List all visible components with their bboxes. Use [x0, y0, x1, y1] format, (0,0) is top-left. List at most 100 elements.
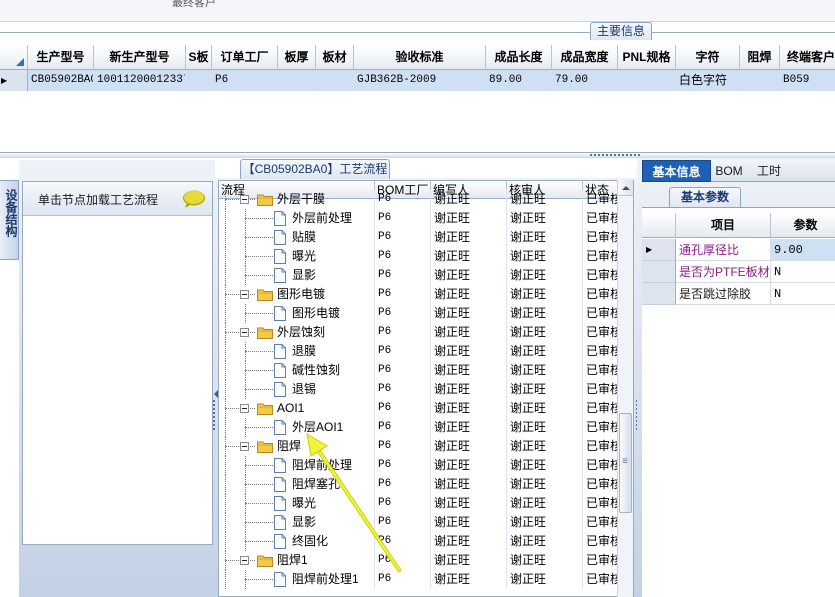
- tree-cell[interactable]: 阻焊1: [219, 551, 375, 570]
- table-row[interactable]: 是否为PTFE板材 N: [642, 261, 835, 283]
- collapse-icon[interactable]: [240, 290, 249, 299]
- table-cell[interactable]: P6: [375, 380, 431, 399]
- column-header[interactable]: 项目: [676, 213, 771, 238]
- row-selector[interactable]: ▶: [642, 239, 676, 261]
- tree-node-label[interactable]: 外层干膜: [277, 190, 325, 209]
- table-cell[interactable]: 谢正旺: [431, 285, 507, 304]
- tree-cell[interactable]: 终固化: [219, 532, 375, 551]
- row-selector[interactable]: ▶: [0, 70, 28, 91]
- grid-cell[interactable]: CB05902BA0: [28, 70, 94, 91]
- row-selector[interactable]: [642, 283, 676, 305]
- grid-cell[interactable]: 79.00: [552, 70, 618, 91]
- table-cell[interactable]: P6: [375, 304, 431, 323]
- table-cell[interactable]: 谢正旺: [431, 361, 507, 380]
- tree-node-label[interactable]: 阻焊1: [277, 551, 308, 570]
- table-cell[interactable]: 谢正旺: [431, 399, 507, 418]
- table-cell[interactable]: P6: [375, 494, 431, 513]
- table-cell[interactable]: 谢正旺: [431, 532, 507, 551]
- table-cell[interactable]: 谢正旺: [507, 570, 583, 589]
- tab-basic-params[interactable]: 基本参数: [669, 187, 741, 207]
- table-cell[interactable]: 谢正旺: [507, 266, 583, 285]
- param-value[interactable]: 9.00: [771, 239, 835, 261]
- tree-cell[interactable]: 阻焊塞孔: [219, 475, 375, 494]
- param-item[interactable]: 是否跳过除胶: [676, 283, 771, 305]
- table-cell[interactable]: 谢正旺: [431, 437, 507, 456]
- table-cell[interactable]: 谢正旺: [507, 380, 583, 399]
- table-row[interactable]: ▶ 通孔厚径比 9.00: [642, 239, 835, 261]
- tree-node-label[interactable]: 显影: [292, 266, 316, 285]
- tree-node-label[interactable]: 阻焊塞孔: [292, 475, 340, 494]
- table-cell[interactable]: 谢正旺: [507, 228, 583, 247]
- tree-cell[interactable]: 阻焊前处理1: [219, 570, 375, 589]
- table-cell[interactable]: P6: [375, 285, 431, 304]
- column-header[interactable]: 阻焊: [740, 45, 780, 70]
- tree-node-label[interactable]: 曝光: [292, 247, 316, 266]
- tree-cell[interactable]: 碱性蚀刻: [219, 361, 375, 380]
- table-cell[interactable]: 谢正旺: [431, 456, 507, 475]
- table-cell[interactable]: 谢正旺: [507, 285, 583, 304]
- table-cell[interactable]: 谢正旺: [431, 304, 507, 323]
- table-cell[interactable]: 谢正旺: [431, 323, 507, 342]
- table-cell[interactable]: 谢正旺: [507, 551, 583, 570]
- collapse-icon[interactable]: [240, 328, 249, 337]
- table-row[interactable]: AOI1 P6 谢正旺 谢正旺 已审核: [219, 399, 622, 418]
- tree-node-label[interactable]: 外层前处理: [292, 209, 352, 228]
- scroll-thumb[interactable]: [619, 413, 632, 513]
- grid-cell[interactable]: 白色字符: [676, 70, 740, 91]
- table-cell[interactable]: 谢正旺: [431, 247, 507, 266]
- table-cell[interactable]: 谢正旺: [507, 437, 583, 456]
- grid-corner-icon[interactable]: [0, 45, 28, 70]
- table-cell[interactable]: 谢正旺: [507, 456, 583, 475]
- column-header[interactable]: 参数: [771, 213, 835, 238]
- column-header[interactable]: 验收标准: [354, 45, 486, 70]
- grid-cell[interactable]: GJB362B-2009: [354, 70, 486, 91]
- table-row[interactable]: 曝光 P6 谢正旺 谢正旺 已审核: [219, 494, 622, 513]
- grid-cell[interactable]: [740, 70, 780, 91]
- tree-node-label[interactable]: 阻焊前处理: [292, 456, 352, 475]
- table-cell[interactable]: 谢正旺: [507, 475, 583, 494]
- tree-node-label[interactable]: 图形电镀: [292, 304, 340, 323]
- table-row[interactable]: 图形电镀 P6 谢正旺 谢正旺 已审核: [219, 304, 622, 323]
- collapse-icon[interactable]: [240, 195, 249, 204]
- table-cell[interactable]: 谢正旺: [507, 323, 583, 342]
- table-row[interactable]: 阻焊前处理 P6 谢正旺 谢正旺 已审核: [219, 456, 622, 475]
- table-row[interactable]: 退膜 P6 谢正旺 谢正旺 已审核: [219, 342, 622, 361]
- table-cell[interactable]: 谢正旺: [507, 494, 583, 513]
- column-header[interactable]: 生产型号: [28, 45, 94, 70]
- tree-cell[interactable]: 阻焊: [219, 437, 375, 456]
- column-header[interactable]: 板材: [316, 45, 354, 70]
- table-row[interactable]: 曝光 P6 谢正旺 谢正旺 已审核: [219, 247, 622, 266]
- collapse-icon[interactable]: [240, 556, 249, 565]
- table-cell[interactable]: 谢正旺: [431, 570, 507, 589]
- tree-cell[interactable]: 退膜: [219, 342, 375, 361]
- table-cell[interactable]: 谢正旺: [507, 209, 583, 228]
- tree-node-label[interactable]: 图形电镀: [277, 285, 325, 304]
- table-cell[interactable]: P6: [375, 342, 431, 361]
- tree-node-label[interactable]: 贴膜: [292, 228, 316, 247]
- tree-cell[interactable]: 贴膜: [219, 228, 375, 247]
- table-cell[interactable]: P6: [375, 437, 431, 456]
- scroll-up-icon[interactable]: [618, 180, 633, 196]
- tree-cell[interactable]: 阻焊前处理: [219, 456, 375, 475]
- table-cell[interactable]: 谢正旺: [507, 532, 583, 551]
- table-cell[interactable]: 谢正旺: [507, 304, 583, 323]
- tree-cell[interactable]: 显影: [219, 513, 375, 532]
- tree-node-label[interactable]: 退膜: [292, 342, 316, 361]
- tree-cell[interactable]: 曝光: [219, 494, 375, 513]
- splitter-grip[interactable]: [590, 154, 640, 156]
- column-header[interactable]: 终端客户: [780, 45, 835, 70]
- table-cell[interactable]: 谢正旺: [431, 418, 507, 437]
- table-cell[interactable]: P6: [375, 361, 431, 380]
- left-splitter-grip[interactable]: [213, 400, 216, 430]
- tree-cell[interactable]: 外层前处理: [219, 209, 375, 228]
- column-header[interactable]: PNL规格: [618, 45, 676, 70]
- table-cell[interactable]: 谢正旺: [431, 209, 507, 228]
- table-cell[interactable]: 谢正旺: [431, 475, 507, 494]
- tree-node-label[interactable]: 退锡: [292, 380, 316, 399]
- table-cell[interactable]: P6: [375, 513, 431, 532]
- table-row[interactable]: 退锡 P6 谢正旺 谢正旺 已审核: [219, 380, 622, 399]
- tab-bom[interactable]: BOM: [714, 160, 744, 182]
- tab-basic-info[interactable]: 基本信息: [642, 160, 711, 182]
- tab-equipment-structure[interactable]: 设备结构: [0, 180, 19, 260]
- tree-cell[interactable]: 显影: [219, 266, 375, 285]
